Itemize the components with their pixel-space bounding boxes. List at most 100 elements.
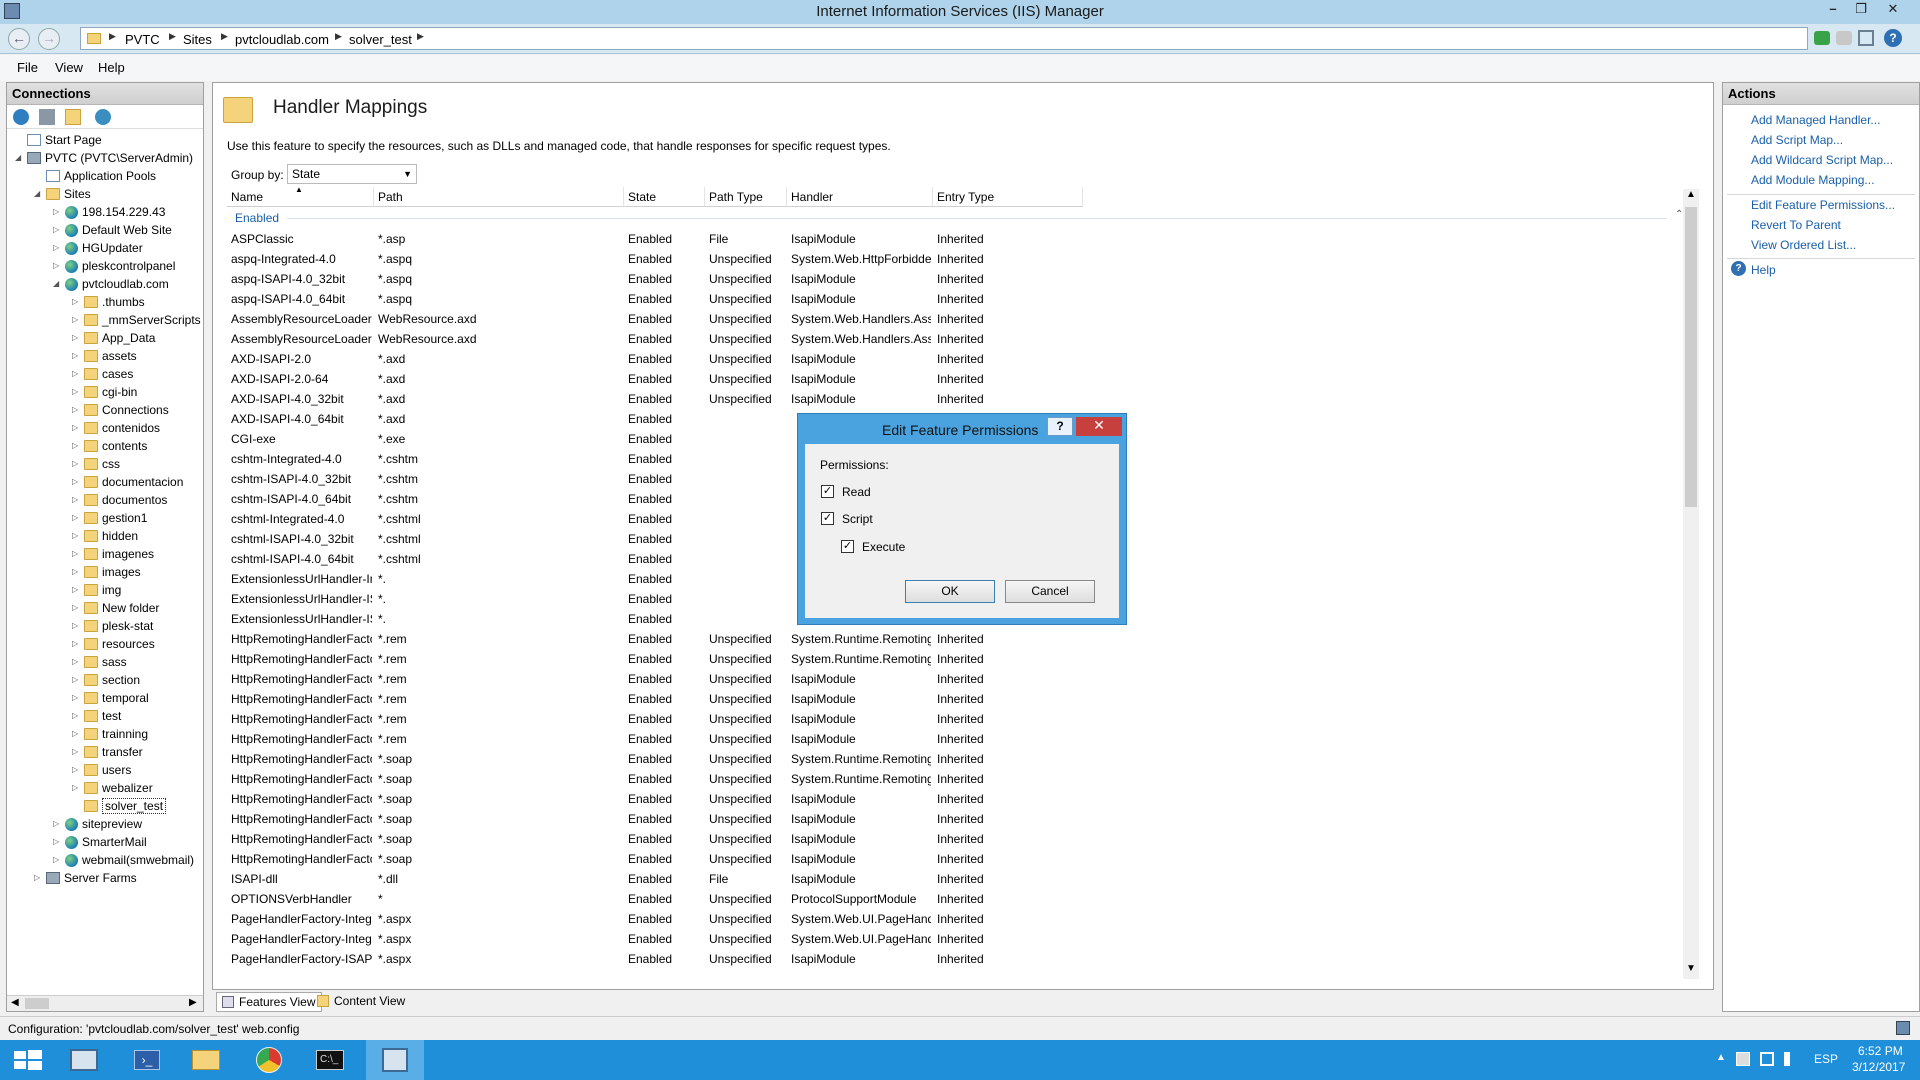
volume-icon[interactable] — [1784, 1052, 1798, 1066]
expand-toggle-icon[interactable]: ▷ — [53, 257, 63, 275]
connect-icon[interactable] — [13, 109, 29, 125]
expand-toggle-icon[interactable]: ▷ — [72, 743, 82, 761]
table-row[interactable]: PageHandlerFactory-ISAPI-2.0 *.aspx Enable… — [227, 949, 1697, 969]
expand-toggle-icon[interactable]: ▷ — [53, 833, 63, 851]
tree-item[interactable]: ▷ .thumbs — [72, 293, 145, 311]
expand-toggle-icon[interactable]: ▷ — [53, 815, 63, 833]
column-header[interactable]: Path — [374, 187, 624, 207]
help-menu-icon[interactable]: ? — [1884, 29, 1902, 47]
tree-item[interactable]: ▷ cases — [72, 365, 133, 383]
tree-item[interactable]: ▷ contenidos — [72, 419, 160, 437]
table-row[interactable]: AssemblyResourceLoader-Inte... WebResourc… — [227, 309, 1697, 329]
scroll-down-icon[interactable]: ▼ — [1686, 963, 1696, 974]
table-row[interactable]: HttpRemotingHandlerFactory-... *.rem Enabl… — [227, 689, 1697, 709]
tree-item[interactable]: ▷ sass — [72, 653, 127, 671]
read-checkbox[interactable]: ✓ — [821, 485, 834, 498]
tree-item[interactable]: ▷ gestion1 — [72, 509, 147, 527]
tree-item[interactable]: ▷ hidden — [72, 527, 138, 545]
tree-item[interactable]: ▷ Connections — [72, 401, 169, 419]
tree-item[interactable]: ▷ users — [72, 761, 131, 779]
expand-toggle-icon[interactable]: ▷ — [72, 473, 82, 491]
table-row[interactable]: aspq-Integrated-4.0 *.aspq Enabled Unspecif… — [227, 249, 1697, 269]
table-row[interactable]: HttpRemotingHandlerFactory-... *.rem Enabl… — [227, 729, 1697, 749]
tab-features-view[interactable]: Features View — [216, 992, 323, 1012]
tree-item[interactable]: ▷ transfer — [72, 743, 143, 761]
read-label[interactable]: Read — [842, 485, 871, 499]
expand-toggle-icon[interactable]: ▷ — [72, 311, 82, 329]
expand-toggle-icon[interactable]: ▷ — [72, 383, 82, 401]
scroll-thumb[interactable] — [1685, 207, 1697, 507]
start-button[interactable] — [0, 1040, 56, 1080]
expand-toggle-icon[interactable]: ▷ — [72, 779, 82, 797]
tree-item[interactable]: ▷ imagenes — [72, 545, 154, 563]
expand-toggle-icon[interactable]: ▷ — [72, 563, 82, 581]
tree-item[interactable]: ▷ section — [72, 671, 140, 689]
action-revert-to-parent[interactable]: Revert To Parent — [1751, 218, 1841, 232]
expand-toggle-icon[interactable]: ▷ — [72, 437, 82, 455]
tree-item[interactable]: ▷ webmail(smwebmail) — [53, 851, 194, 869]
menu-file[interactable]: File — [17, 60, 38, 75]
table-row[interactable]: AXD-ISAPI-2.0-64 *.axd Enabled Unspecified I… — [227, 369, 1697, 389]
tree-item[interactable]: ▷ SmarterMail — [53, 833, 147, 851]
tree-item[interactable]: ▷ assets — [72, 347, 137, 365]
table-row[interactable]: aspq-ISAPI-4.0_64bit *.aspq Enabled Unspeci… — [227, 289, 1697, 309]
stop-icon[interactable] — [1836, 31, 1852, 45]
disconnect-icon[interactable] — [95, 109, 111, 125]
action-help[interactable]: Help — [1751, 263, 1776, 277]
action-edit-feature-permissions[interactable]: Edit Feature Permissions... — [1751, 198, 1895, 212]
expand-toggle-icon[interactable]: ▷ — [53, 203, 63, 221]
table-row[interactable]: aspq-ISAPI-4.0_32bit *.aspq Enabled Unspeci… — [227, 269, 1697, 289]
group-header[interactable]: Enabled — [235, 209, 279, 227]
table-row[interactable]: HttpRemotingHandlerFactory-... *.rem Enabl… — [227, 669, 1697, 689]
expand-toggle-icon[interactable]: ▷ — [53, 239, 63, 257]
table-row[interactable]: AXD-ISAPI-4.0_32bit *.axd Enabled Unspecifi… — [227, 389, 1697, 409]
menu-help[interactable]: Help — [98, 60, 125, 75]
dialog-help-button[interactable]: ? — [1047, 417, 1073, 436]
tree-item[interactable]: ▷ HGUpdater — [53, 239, 143, 257]
network-icon[interactable] — [1760, 1052, 1774, 1066]
action-add-module-mapping[interactable]: Add Module Mapping... — [1751, 173, 1874, 187]
column-header[interactable]: Entry Type — [933, 187, 1083, 207]
script-checkbox[interactable]: ✓ — [821, 512, 834, 525]
expand-toggle-icon[interactable]: ▷ — [72, 419, 82, 437]
tree-item[interactable]: ▷ plesk-stat — [72, 617, 153, 635]
tree-item[interactable]: ◢ pvtcloudlab.com — [53, 275, 169, 293]
tree-item[interactable]: solver_test — [72, 797, 167, 815]
table-row[interactable]: HttpRemotingHandlerFactory-... *.soap Enab… — [227, 769, 1697, 789]
table-row[interactable]: OPTIONSVerbHandler * Enabled Unspecified Pro… — [227, 889, 1697, 909]
menu-view[interactable]: View — [55, 60, 83, 75]
tree-item[interactable]: ▷ temporal — [72, 689, 149, 707]
table-row[interactable]: HttpRemotingHandlerFactory-... *.soap Enab… — [227, 829, 1697, 849]
table-row[interactable]: ASPClassic *.asp Enabled File IsapiModule Inh… — [227, 229, 1697, 249]
table-row[interactable]: HttpRemotingHandlerFactory-... *.soap Enab… — [227, 789, 1697, 809]
expand-toggle-icon[interactable]: ▷ — [53, 851, 63, 869]
clock-time[interactable]: 6:52 PM — [1858, 1044, 1903, 1058]
save-icon[interactable] — [39, 109, 55, 125]
iis-manager-taskbar-icon[interactable] — [366, 1040, 424, 1080]
tree-item[interactable]: ▷ documentacion — [72, 473, 183, 491]
command-prompt-icon[interactable]: C:\_ — [302, 1040, 358, 1080]
execute-label[interactable]: Execute — [862, 540, 905, 554]
table-row[interactable]: HttpRemotingHandlerFactory-... *.soap Enab… — [227, 849, 1697, 869]
column-header[interactable]: Handler — [787, 187, 933, 207]
close-window-button[interactable]: ✕ — [1880, 0, 1906, 20]
tree-item[interactable]: ▷ New folder — [72, 599, 159, 617]
expand-toggle-icon[interactable]: ▷ — [72, 545, 82, 563]
breadcrumb-sites[interactable]: Sites — [183, 32, 212, 48]
expand-toggle-icon[interactable]: ▷ — [72, 707, 82, 725]
expand-toggle-icon[interactable]: ▷ — [72, 635, 82, 653]
expand-toggle-icon[interactable]: ▷ — [72, 653, 82, 671]
tree-item[interactable]: ▷ resources — [72, 635, 155, 653]
cancel-button[interactable]: Cancel — [1005, 580, 1095, 603]
scroll-up-icon[interactable]: ▲ — [1686, 189, 1696, 200]
table-row[interactable]: PageHandlerFactory-Integrated *.aspx Enabl… — [227, 909, 1697, 929]
expand-toggle-icon[interactable]: ◢ — [53, 275, 63, 293]
expand-toggle-icon[interactable]: ▷ — [72, 347, 82, 365]
tree-item[interactable]: ◢ Sites — [34, 185, 91, 203]
tree-item[interactable]: ▷ App_Data — [72, 329, 155, 347]
minimize-button[interactable]: – — [1820, 0, 1846, 20]
expand-toggle-icon[interactable]: ▷ — [72, 293, 82, 311]
scroll-left-icon[interactable]: ◀ — [11, 997, 19, 1008]
tree-item[interactable]: ▷ documentos — [72, 491, 167, 509]
table-row[interactable]: ISAPI-dll *.dll Enabled File IsapiModule Inhe… — [227, 869, 1697, 889]
